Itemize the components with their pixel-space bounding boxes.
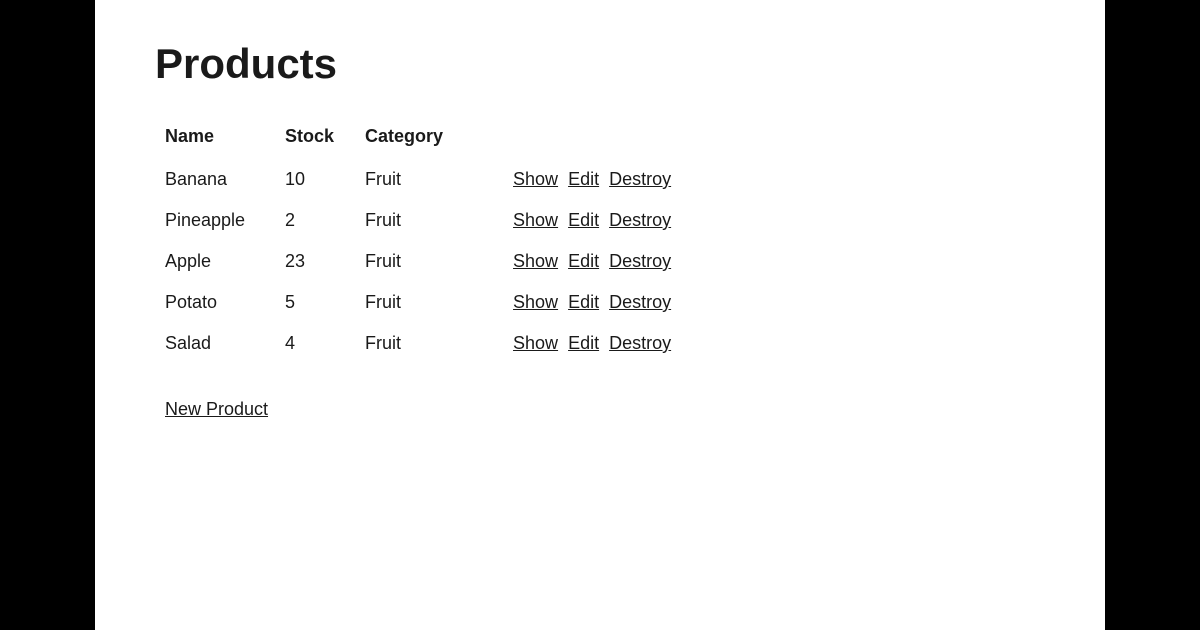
- column-header-actions: [473, 118, 711, 159]
- table-row: Potato5Fruit Show Edit Destroy: [165, 282, 711, 323]
- column-header-name: Name: [165, 118, 285, 159]
- column-header-stock: Stock: [285, 118, 365, 159]
- products-table: Name Stock Category Banana10FruitShowEdi…: [165, 118, 711, 364]
- show-link[interactable]: Show: [513, 210, 558, 230]
- product-actions: Show Edit Destroy: [473, 282, 711, 323]
- product-actions: Show Edit Destroy: [473, 159, 711, 200]
- product-category: Fruit: [365, 200, 473, 241]
- product-stock: 10: [285, 159, 365, 200]
- product-actions: Show Edit Destroy: [473, 241, 711, 282]
- product-stock: 2: [285, 200, 365, 241]
- table-header-row: Name Stock Category: [165, 118, 711, 159]
- product-name: Apple: [165, 241, 285, 282]
- destroy-link[interactable]: Destroy: [609, 169, 671, 189]
- destroy-link[interactable]: Destroy: [609, 292, 671, 312]
- product-stock: 23: [285, 241, 365, 282]
- product-category: Fruit: [365, 159, 473, 200]
- show-link[interactable]: Show: [513, 292, 558, 312]
- page-title: Products: [155, 40, 1045, 88]
- product-name: Salad: [165, 323, 285, 364]
- table-row: Pineapple2Fruit Show Edit Destroy: [165, 200, 711, 241]
- edit-link[interactable]: Edit: [568, 210, 599, 230]
- product-category: Fruit: [365, 282, 473, 323]
- destroy-link[interactable]: Destroy: [609, 333, 671, 353]
- destroy-link[interactable]: Destroy: [609, 251, 671, 271]
- edit-link[interactable]: Edit: [568, 251, 599, 271]
- product-actions: Show Edit Destroy: [473, 200, 711, 241]
- show-link[interactable]: Show: [513, 251, 558, 271]
- column-header-category: Category: [365, 118, 473, 159]
- product-category: Fruit: [365, 323, 473, 364]
- product-actions: Show Edit Destroy: [473, 323, 711, 364]
- product-stock: 5: [285, 282, 365, 323]
- table-row: Banana10Fruit Show Edit Destroy: [165, 159, 711, 200]
- table-row: Salad4Fruit Show Edit Destroy: [165, 323, 711, 364]
- product-name: Pineapple: [165, 200, 285, 241]
- product-name: Banana: [165, 159, 285, 200]
- destroy-link[interactable]: Destroy: [609, 210, 671, 230]
- main-content: Products Name Stock Category Banana10Fru…: [95, 0, 1105, 630]
- show-link[interactable]: Show: [513, 333, 558, 353]
- product-name: Potato: [165, 282, 285, 323]
- edit-link[interactable]: Edit: [568, 333, 599, 353]
- edit-link[interactable]: Edit: [568, 292, 599, 312]
- new-product-link[interactable]: New Product: [165, 399, 268, 420]
- edit-link[interactable]: Edit: [568, 169, 599, 189]
- table-row: Apple23Fruit Show Edit Destroy: [165, 241, 711, 282]
- show-link[interactable]: Show: [513, 169, 558, 189]
- product-category: Fruit: [365, 241, 473, 282]
- product-stock: 4: [285, 323, 365, 364]
